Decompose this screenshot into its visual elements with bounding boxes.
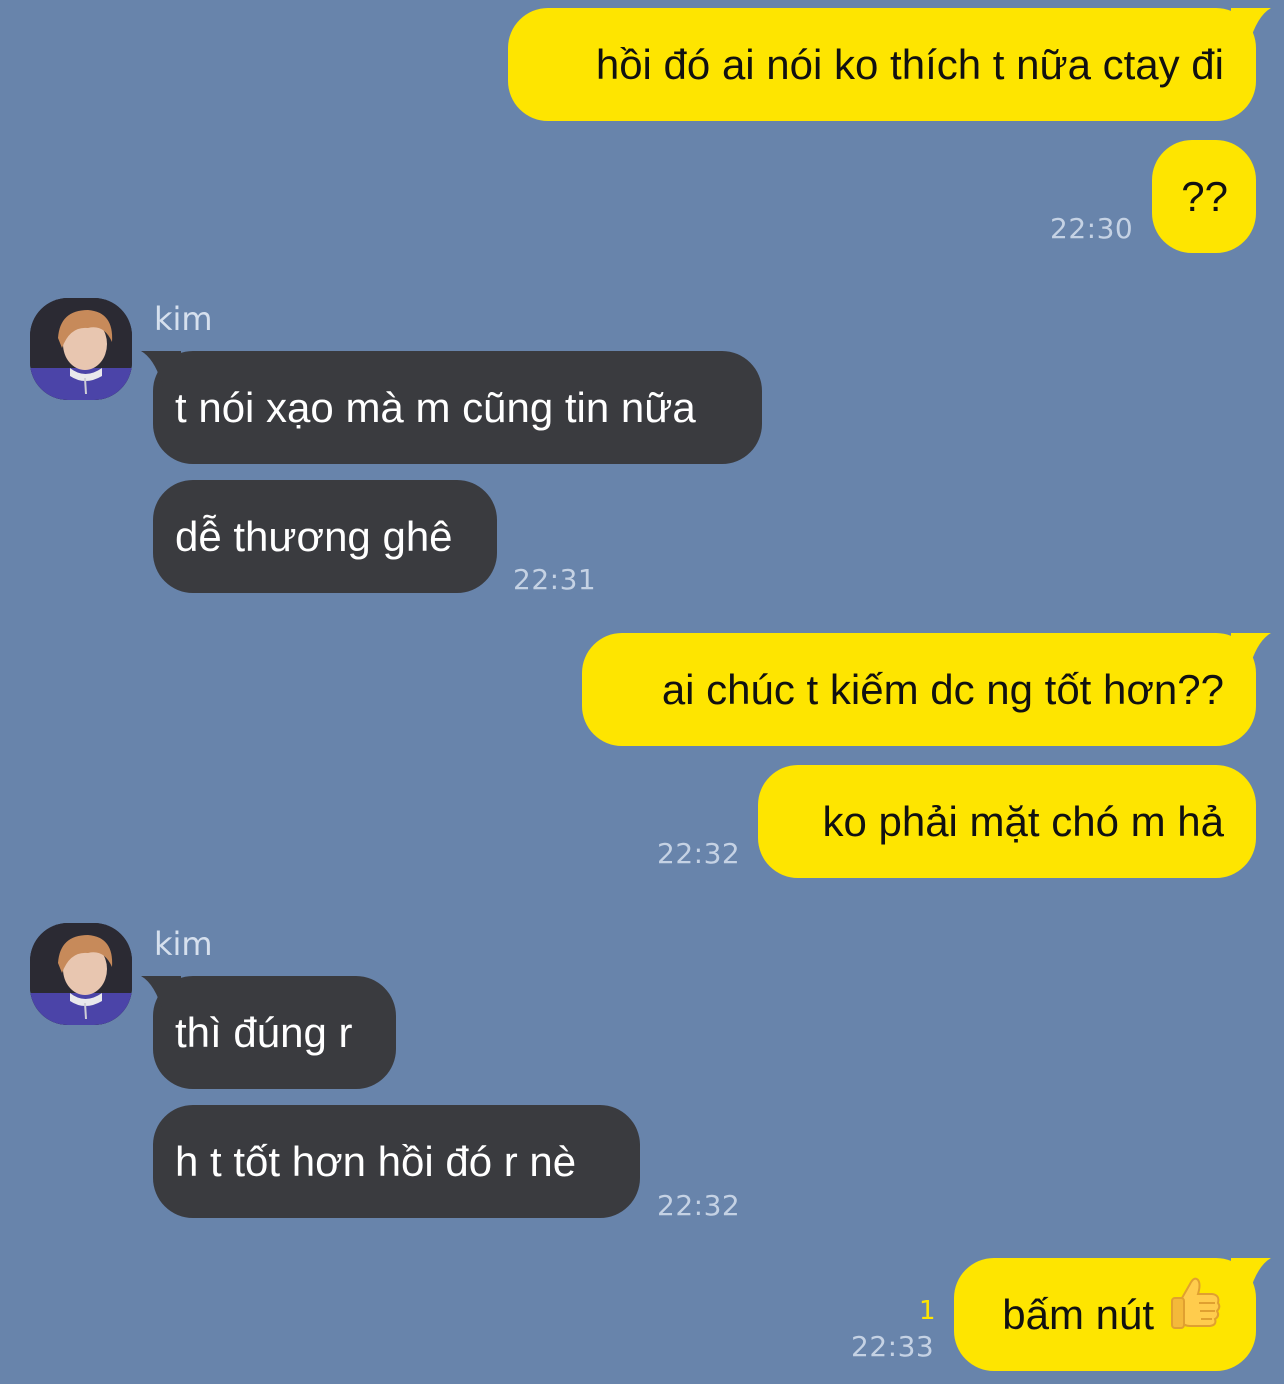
thumbs-up-icon: [1168, 1261, 1224, 1374]
message-bubble-sent[interactable]: hồi đó ai nói ko thích t nữa ctay đi: [508, 8, 1271, 121]
avatar-image: [30, 298, 132, 400]
message-text: ai chúc t kiếm dc ng tốt hơn??: [661, 666, 1224, 713]
bubble-tail: [1231, 1258, 1271, 1294]
chat-area: hồi đó ai nói ko thích t nữa ctay đi ?? …: [0, 0, 1284, 1384]
message-bubble-received[interactable]: h t tốt hơn hồi đó r nè: [153, 1105, 640, 1218]
message-bubble-received[interactable]: t nói xạo mà m cũng tin nữa: [141, 351, 762, 464]
avatar-image: [30, 923, 132, 1025]
message-bubble-sent[interactable]: ??: [1152, 140, 1256, 253]
avatar[interactable]: [30, 923, 132, 1025]
message-bubble-sent[interactable]: ai chúc t kiếm dc ng tốt hơn??: [582, 633, 1271, 746]
message-bubble-received[interactable]: thì đúng r: [141, 976, 396, 1089]
message-text: dễ thương ghê: [175, 513, 453, 560]
message-timestamp: 22:30: [1050, 212, 1134, 245]
bubble-tail: [141, 976, 181, 1012]
message-timestamp: 22:33: [851, 1330, 935, 1363]
message-text: h t tốt hơn hồi đó r nè: [175, 1138, 577, 1185]
message-text: hồi đó ai nói ko thích t nữa ctay đi: [595, 41, 1224, 88]
unread-count: 1: [919, 1296, 936, 1326]
bubble-tail: [141, 351, 181, 387]
message-text: thì đúng r: [175, 1009, 353, 1056]
message-text: bấm nút: [1002, 1291, 1154, 1338]
bubble-tail: [1231, 8, 1271, 44]
bubble-tail: [1231, 633, 1271, 669]
message-bubble-sent[interactable]: ko phải mặt chó m hả: [758, 765, 1256, 878]
sender-name: kim: [154, 925, 213, 963]
message-text: ??: [1181, 173, 1228, 220]
message-text: ko phải mặt chó m hả: [822, 798, 1224, 845]
message-bubble-received[interactable]: dễ thương ghê: [153, 480, 497, 593]
message-text: t nói xạo mà m cũng tin nữa: [175, 384, 696, 431]
message-timestamp: 22:32: [657, 837, 741, 870]
message-timestamp: 22:31: [513, 563, 597, 596]
avatar[interactable]: [30, 298, 132, 400]
message-timestamp: 22:32: [657, 1189, 741, 1222]
message-bubble-sent[interactable]: bấm nút: [954, 1258, 1271, 1374]
sender-name: kim: [154, 300, 213, 338]
